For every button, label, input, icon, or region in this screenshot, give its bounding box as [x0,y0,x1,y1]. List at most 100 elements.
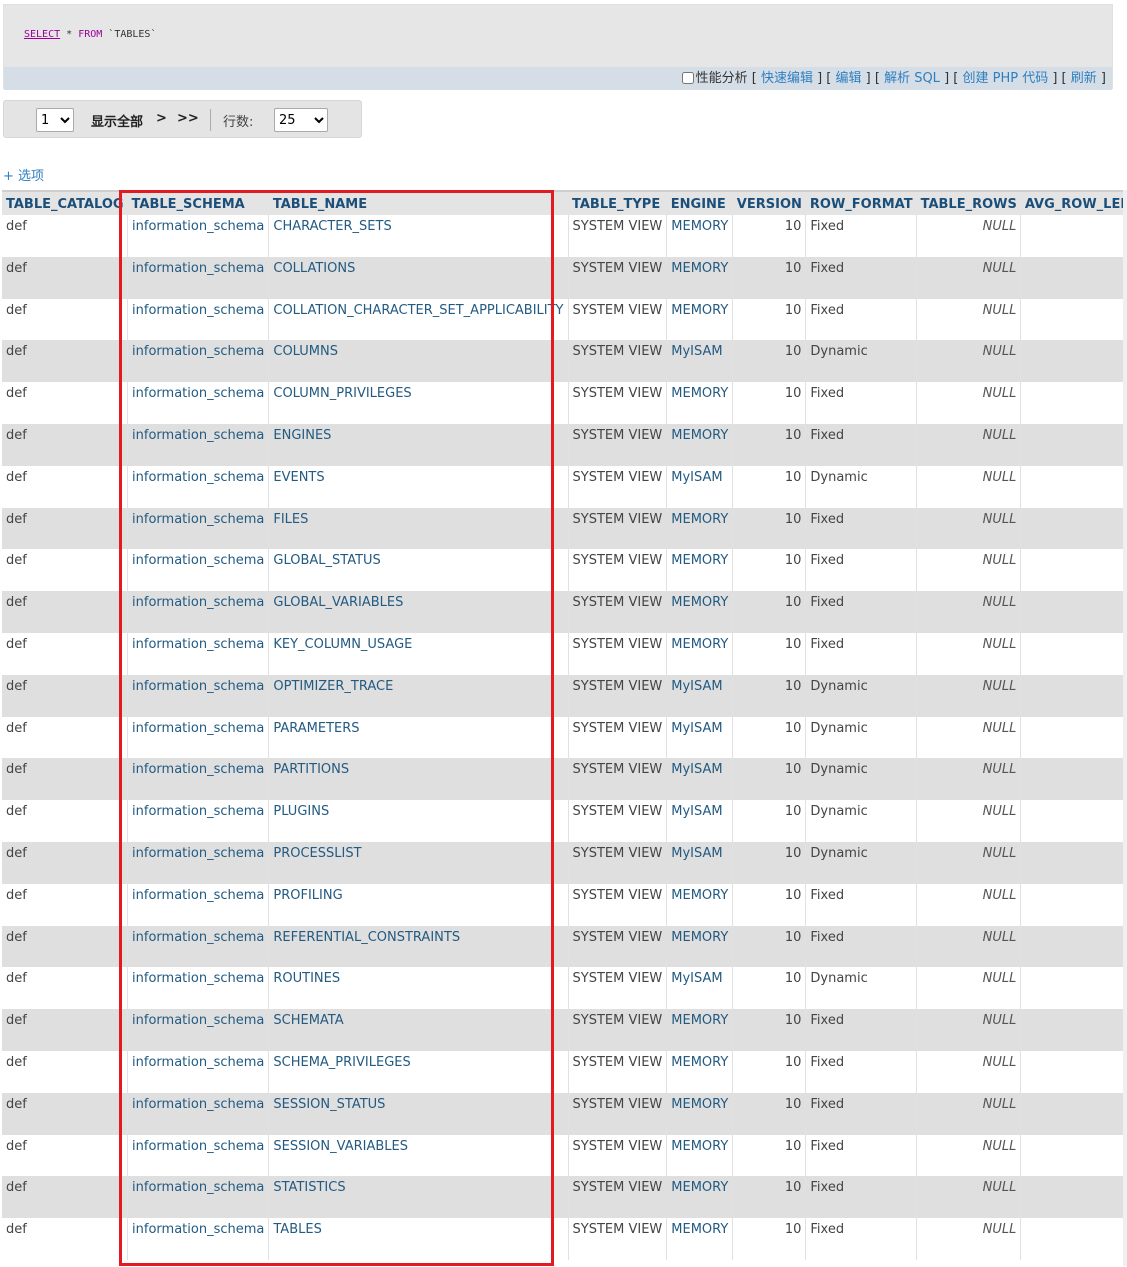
cell-engine: MEMORY [666,423,734,466]
table-row[interactable]: def information_schema EVENTS SYSTEM VIEW My… [2,465,1127,508]
cell-table-name[interactable]: PLUGINS [268,800,569,842]
explain-sql-link[interactable]: 解析 SQL [884,71,940,86]
column-header[interactable]: TABLE_TYPE [568,190,667,215]
table-row[interactable]: def information_schema COLLATIONS SYSTEM VI… [2,256,1127,299]
cell-table-name[interactable]: REFERENTIAL_CONSTRAINTS [268,925,569,968]
create-php-code-link[interactable]: 创建 PHP 代码 [962,71,1048,86]
cell-table-name[interactable]: SCHEMA_PRIVILEGES [268,1050,569,1093]
cell-table-name[interactable]: COLLATIONS [268,256,569,299]
table-row[interactable]: def information_schema SCHEMA_PRIVILEGES SY… [2,1050,1127,1093]
cell-table-name[interactable]: TABLES [268,1218,569,1260]
cell-row-format: Fixed [805,549,918,592]
cell-avg-row-length: 2659 [1020,507,1127,550]
column-header[interactable]: ROW_FORMAT [805,190,917,215]
cell-schema: information_schema [127,1218,270,1260]
cell-table-type: SYSTEM VIEW [568,841,668,884]
cell-table-name[interactable]: COLLATION_CHARACTER_SET_APPLICABILITY [268,298,569,341]
table-row[interactable]: def information_schema ROUTINES SYSTEM VIEW… [2,967,1127,1010]
cell-table-name[interactable]: PROFILING [268,883,569,926]
table-row[interactable]: def information_schema FILES SYSTEM VIEW MEM… [2,507,1127,550]
cell-version: 10 [732,1218,807,1260]
cell-avg-row-length: 3268 [1020,1134,1127,1177]
cell-row-format: Dynamic [805,465,918,508]
cell-table-name[interactable]: ENGINES [268,423,569,466]
last-page-button[interactable]: >> [177,111,199,126]
column-header[interactable]: AVG_ROW_LENGTH [1020,190,1127,215]
table-row[interactable]: def information_schema SESSION_STATUS SYSTE… [2,1092,1127,1135]
cell-schema: information_schema [127,800,270,842]
cell-engine: MEMORY [666,256,734,299]
cell-row-format: Fixed [805,423,918,466]
next-page-button[interactable]: > [156,111,167,126]
column-header[interactable]: TABLE_CATALOG [2,190,128,215]
cell-row-format: Fixed [805,382,918,424]
column-header[interactable]: TABLE_ROWS [916,190,1021,215]
cell-table-name[interactable]: PARAMETERS [268,716,569,759]
table-row[interactable]: def information_schema CHARACTER_SETS SYSTE… [2,215,1127,257]
cell-table-name[interactable]: GLOBAL_STATUS [268,549,569,592]
inline-edit-link[interactable]: 快速编辑 [761,71,813,86]
table-row[interactable]: def information_schema TABLES SYSTEM VIEW ME… [2,1218,1127,1260]
cell-table-name[interactable]: COLUMNS [268,340,569,383]
cell-schema: information_schema [127,1009,270,1051]
cell-catalog: def [2,591,129,633]
table-row[interactable]: def information_schema PLUGINS SYSTEM VIEW M… [2,800,1127,842]
edit-link[interactable]: 编辑 [836,71,862,86]
cell-table-type: SYSTEM VIEW [568,674,668,717]
table-row[interactable]: def information_schema STATISTICS SYSTEM VI… [2,1176,1127,1219]
table-row[interactable]: def information_schema PROFILING SYSTEM VIE… [2,883,1127,926]
show-all-button[interactable]: 显示全部 [91,111,143,130]
cell-table-name[interactable]: ROUTINES [268,967,569,1010]
cell-table-name[interactable]: KEY_COLUMN_USAGE [268,632,569,675]
sql-keyword-select[interactable]: SELECT [24,29,60,40]
cell-table-name[interactable]: OPTIMIZER_TRACE [268,674,569,717]
cell-table-name[interactable]: PARTITIONS [268,758,569,801]
cell-catalog: def [2,758,129,801]
column-header[interactable]: VERSION [732,190,806,215]
cell-table-name[interactable]: EVENTS [268,465,569,508]
cell-table-name[interactable]: CHARACTER_SETS [268,215,569,257]
table-row[interactable]: def information_schema PARTITIONS SYSTEM VI… [2,758,1127,801]
cell-row-format: Fixed [805,298,918,341]
cell-engine: MyISAM [666,841,734,884]
table-row[interactable]: def information_schema OPTIMIZER_TRACE SYST… [2,674,1127,717]
table-row[interactable]: def information_schema COLUMN_PRIVILEGES SY… [2,382,1127,424]
rows-per-page-select[interactable]: 25 [274,108,328,132]
column-header[interactable]: TABLE_NAME [268,190,569,215]
refresh-link[interactable]: 刷新 [1071,71,1097,86]
cell-engine: MEMORY [666,1092,734,1135]
cell-table-name[interactable]: SESSION_VARIABLES [268,1134,569,1177]
cell-table-name[interactable]: SCHEMATA [268,1009,569,1051]
profiling-checkbox[interactable] [681,72,694,84]
table-row[interactable]: def information_schema PROCESSLIST SYSTEM V… [2,841,1127,884]
column-header[interactable]: TABLE_SCHEMA [127,190,269,215]
cell-avg-row-length: 0 [1020,758,1127,801]
table-row[interactable]: def information_schema COLLATION_CHARACTER… [2,298,1127,341]
cell-engine: MEMORY [666,382,734,424]
cell-version: 10 [732,1009,807,1051]
cell-table-rows: NULL [916,1218,1022,1260]
column-header[interactable]: ENGINE [666,190,733,215]
table-row[interactable]: def information_schema COLUMNS SYSTEM VIEW M… [2,340,1127,383]
table-row[interactable]: def information_schema ENGINES SYSTEM VIEW M… [2,423,1127,466]
page-select[interactable]: 1 [36,108,74,132]
pagination-bar: 1 显示全部 > >> 行数: 25 [3,100,362,138]
cell-schema: information_schema [127,716,270,759]
cell-row-format: Fixed [805,1218,918,1260]
cell-table-name[interactable]: SESSION_STATUS [268,1092,569,1135]
table-row[interactable]: def information_schema PARAMETERS SYSTEM VI… [2,716,1127,759]
table-row[interactable]: def information_schema GLOBAL_VARIABLES SYS… [2,591,1127,633]
cell-table-name[interactable]: COLUMN_PRIVILEGES [268,382,569,424]
cell-table-name[interactable]: GLOBAL_VARIABLES [268,591,569,633]
table-row[interactable]: def information_schema SCHEMATA SYSTEM VIEW… [2,1009,1127,1051]
cell-table-name[interactable]: STATISTICS [268,1176,569,1219]
table-row[interactable]: def information_schema GLOBAL_STATUS SYSTEM… [2,549,1127,592]
cell-table-name[interactable]: PROCESSLIST [268,841,569,884]
table-row[interactable]: def information_schema REFERENTIAL_CONSTRA… [2,925,1127,968]
table-row[interactable]: def information_schema SESSION_VARIABLES SY… [2,1134,1127,1177]
options-toggle[interactable]: + 选项 [3,165,44,184]
table-row[interactable]: def information_schema KEY_COLUMN_USAGE SYS… [2,632,1127,675]
cell-table-name[interactable]: FILES [268,507,569,550]
cell-row-format: Dynamic [805,674,918,717]
cell-schema: information_schema [127,925,270,968]
